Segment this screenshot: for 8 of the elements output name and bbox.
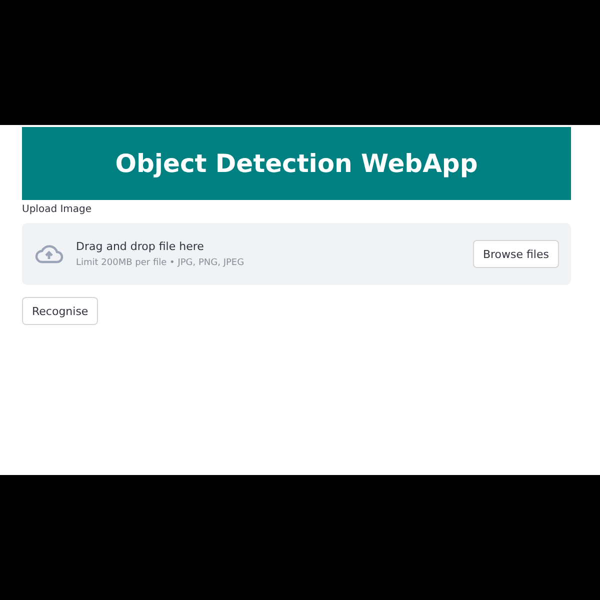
file-dropzone[interactable]: Drag and drop file here Limit 200MB per file • JPG, PNG, JPEG Browse files [22, 223, 571, 285]
recognise-button[interactable]: Recognise [22, 297, 98, 325]
dropzone-instruction: Drag and drop file here [76, 240, 205, 253]
page-title: Object Detection WebApp [115, 149, 478, 178]
browse-files-button[interactable]: Browse files [472, 240, 559, 268]
file-limits: Limit 200MB per file • JPG, PNG, JPEG [76, 258, 246, 268]
cloud-upload-icon [34, 243, 64, 265]
upload-label: Upload Image [22, 204, 92, 215]
